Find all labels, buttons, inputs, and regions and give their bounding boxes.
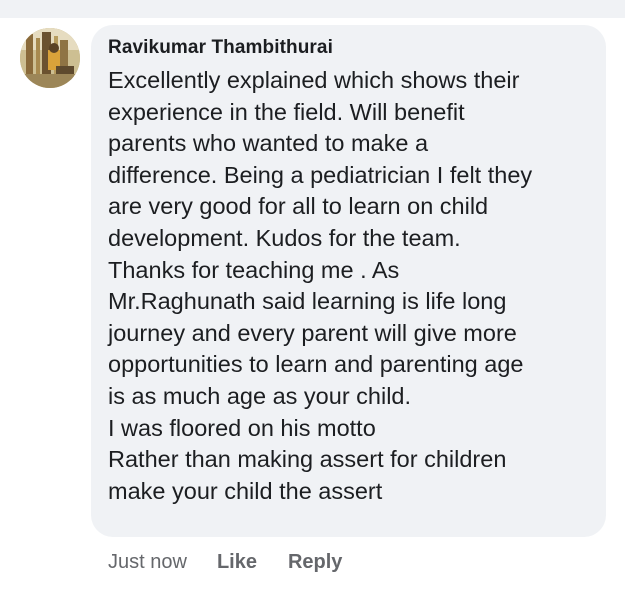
- like-button[interactable]: Like: [217, 551, 257, 574]
- comment-line: Rather than making assert for children: [108, 446, 507, 473]
- comment-line: development. Kudos for the team.: [108, 224, 461, 251]
- comment-line: journey and every parent will give more: [108, 319, 517, 346]
- avatar-photo-icon: [20, 28, 80, 88]
- comment-line: I was floored on his motto: [108, 414, 376, 441]
- comment-line: Thanks for teaching me . As: [108, 256, 400, 283]
- reply-button[interactable]: Reply: [288, 551, 342, 574]
- comment-author-name[interactable]: Ravikumar Thambithurai: [108, 35, 590, 61]
- previous-content-strip: [0, 0, 625, 18]
- comment-line: parents who wanted to make a: [108, 130, 429, 157]
- comment-actions: Just now Like Reply: [108, 545, 373, 579]
- author-avatar[interactable]: [20, 28, 80, 88]
- comment-line: experience in the field. Will benefit: [108, 98, 465, 125]
- comment-bubble: Ravikumar Thambithurai Excellently expla…: [91, 25, 606, 537]
- comment-body: Excellently explained which shows their …: [108, 65, 590, 507]
- comment-line: are very good for all to learn on child: [108, 193, 489, 220]
- comment-line: difference. Being a pediatrician I felt …: [108, 161, 533, 188]
- comment-line: make your child the assert: [108, 477, 383, 504]
- comment-line: opportunities to learn and parenting age: [108, 351, 524, 378]
- comment-timestamp[interactable]: Just now: [108, 551, 187, 574]
- comment-line: Excellently explained which shows their: [108, 67, 520, 93]
- comment-line: Mr.Raghunath said learning is life long: [108, 288, 507, 315]
- comment-line: is as much age as your child.: [108, 382, 412, 409]
